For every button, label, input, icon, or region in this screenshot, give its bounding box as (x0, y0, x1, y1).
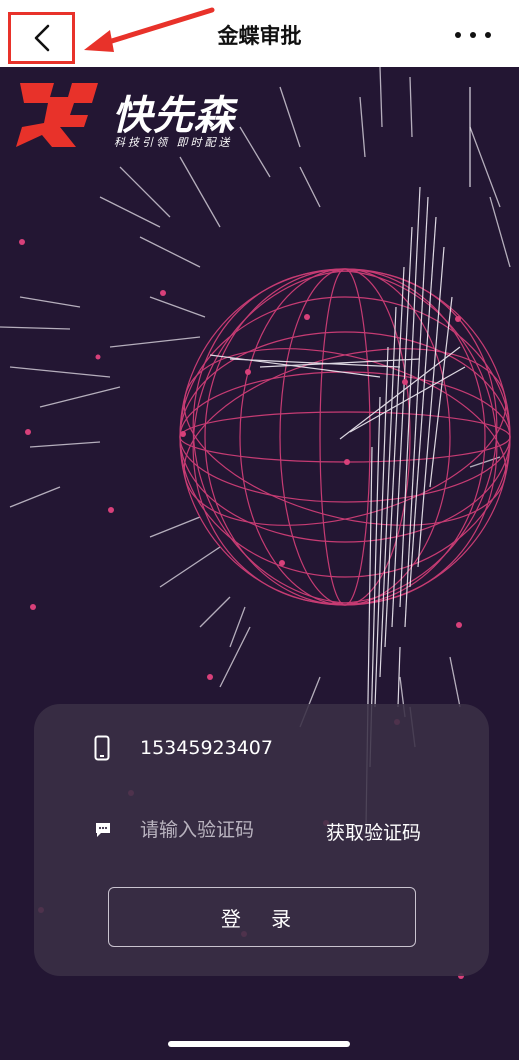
login-form: 15345923407 获取验证码 登 录 (34, 704, 489, 976)
get-code-button[interactable]: 获取验证码 (326, 818, 421, 845)
more-dot-icon (470, 32, 476, 38)
brand-slogan: 科技引领 即时配送 (114, 136, 233, 149)
login-button[interactable]: 登 录 (108, 887, 416, 947)
more-options-button[interactable] (455, 30, 491, 40)
light-streaks (0, 67, 511, 748)
brand-mark-icon (16, 83, 98, 147)
more-dot-icon (455, 32, 461, 38)
phone-number-field[interactable]: 15345923407 (140, 737, 273, 759)
verification-code-input[interactable] (140, 819, 300, 841)
brand-name: 快先森 (112, 93, 235, 139)
brand-logo: 快先森 科技引领 即时配送 (14, 81, 264, 151)
home-indicator (168, 1041, 350, 1047)
globe-wireframe (179, 268, 511, 606)
navigation-bar: 金蝶审批 (0, 0, 519, 67)
phone-icon (94, 735, 112, 761)
page-title: 金蝶审批 (217, 24, 302, 48)
more-dot-icon (485, 32, 491, 38)
phone-row: 15345923407 (94, 735, 273, 761)
code-row (94, 818, 300, 842)
message-icon (94, 818, 112, 842)
login-background: 快先森 科技引领 即时配送 15345923407 请输入验证码 获取验证码 登… (0, 67, 519, 1060)
